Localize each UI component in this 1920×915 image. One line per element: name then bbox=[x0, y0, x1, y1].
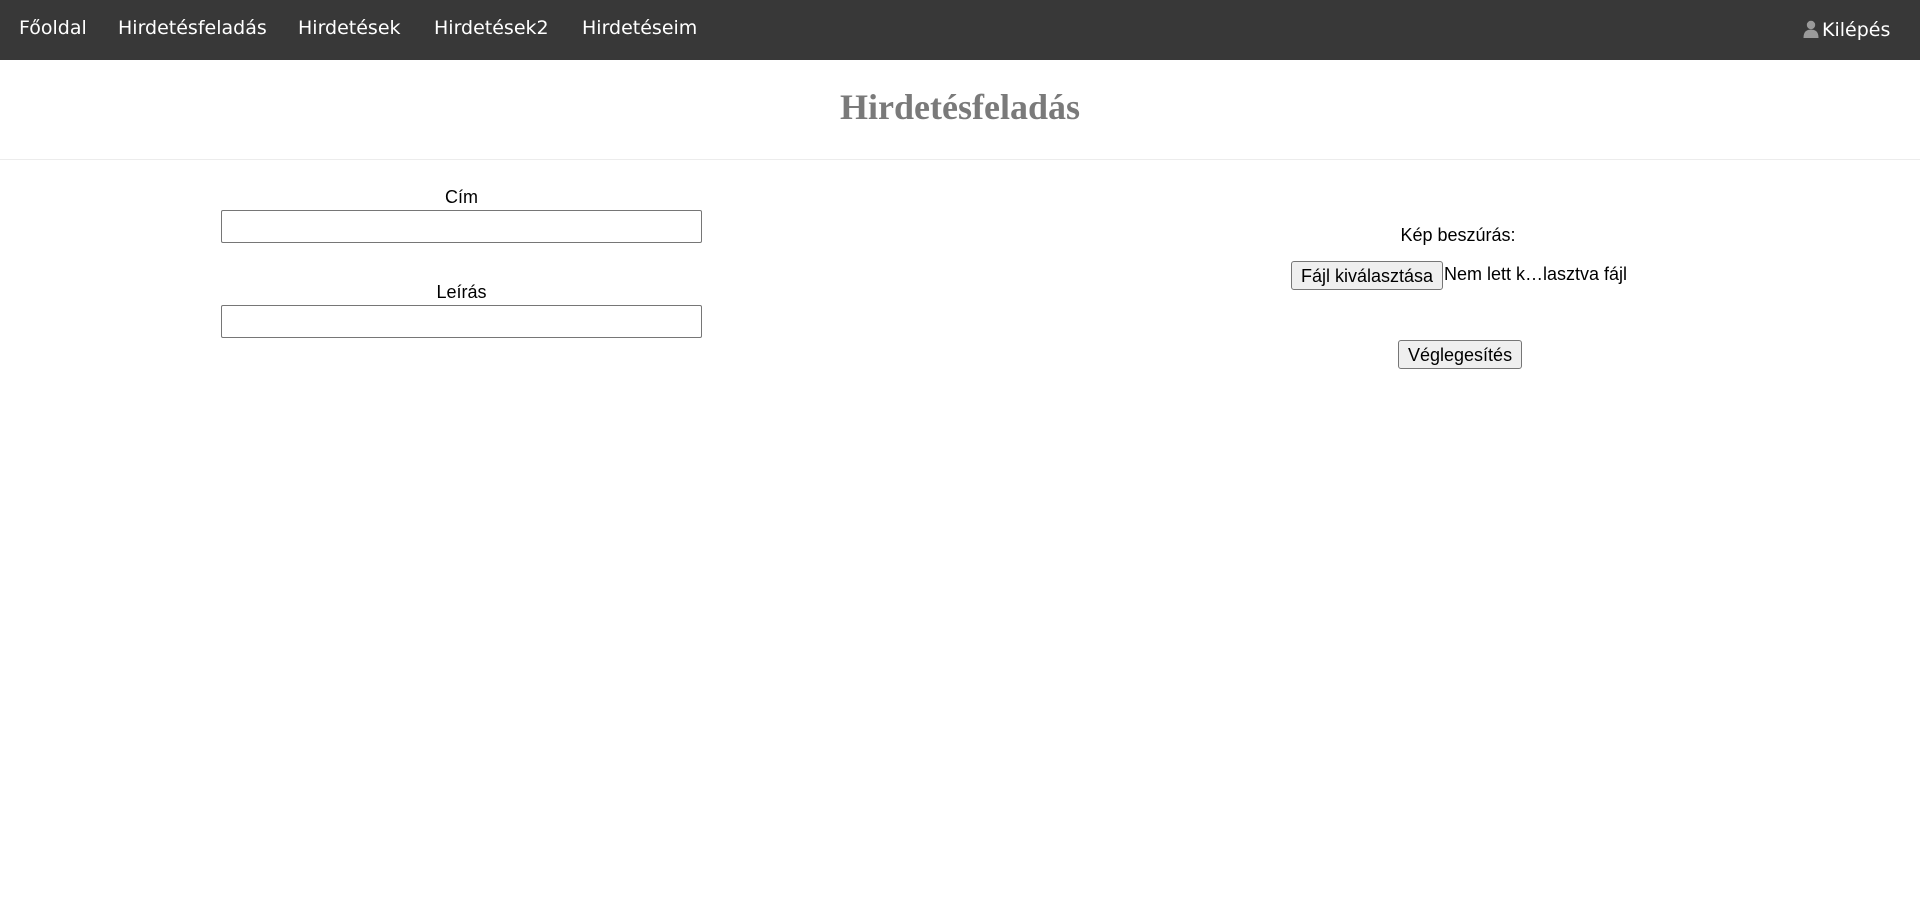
file-status-text: Nem lett k…lasztva fájl bbox=[1444, 264, 1628, 284]
nav-item-fooldal[interactable]: Főoldal bbox=[19, 0, 87, 60]
user-icon bbox=[1802, 20, 1820, 38]
description-input[interactable] bbox=[221, 305, 702, 338]
nav-item-hirdeteseim[interactable]: Hirdetéseim bbox=[582, 0, 697, 60]
page-header: Hirdetésfeladás bbox=[0, 60, 1920, 160]
logout-label: Kilépés bbox=[1822, 19, 1891, 41]
submit-button[interactable]: Véglegesítés bbox=[1398, 340, 1523, 369]
description-label: Leírás bbox=[436, 282, 487, 302]
nav-item-hirdetesek2[interactable]: Hirdetések2 bbox=[434, 0, 549, 60]
nav-item-hirdetesfeladas[interactable]: Hirdetésfeladás bbox=[118, 0, 267, 60]
title-label: Cím bbox=[445, 187, 478, 207]
choose-file-button[interactable]: Fájl kiválasztása bbox=[1291, 261, 1444, 290]
nav-item-hirdetesek[interactable]: Hirdetések bbox=[298, 0, 401, 60]
logout-link[interactable]: Kilépés bbox=[1802, 0, 1890, 60]
image-insert-label: Kép beszúrás: bbox=[1400, 225, 1516, 245]
page-title: Hirdetésfeladás bbox=[840, 87, 1080, 127]
top-navbar: Főoldal Hirdetésfeladás Hirdetések Hirde… bbox=[0, 0, 1920, 60]
title-input[interactable] bbox=[221, 210, 702, 243]
